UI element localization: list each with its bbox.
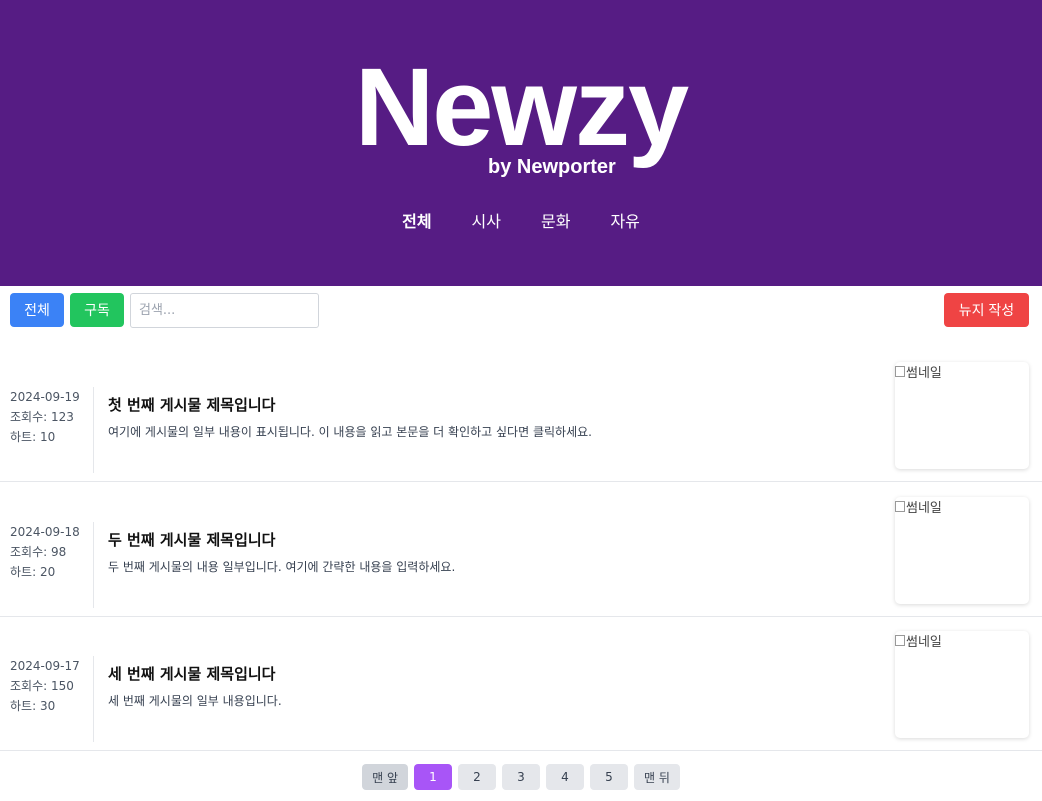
nav-item-culture[interactable]: 문화	[541, 208, 570, 232]
page-button-4[interactable]: 4	[546, 764, 584, 790]
toolbar: 전체 구독 뉴지 작성	[10, 293, 1029, 328]
post-hearts: 하트: 20	[10, 565, 56, 579]
post-date: 2024-09-18	[10, 525, 80, 539]
first-page-button[interactable]: 맨 앞	[362, 764, 408, 790]
thumbnail-alt-text: 썸네일	[906, 635, 942, 650]
site-logo[interactable]: Newzy	[0, 48, 1042, 168]
site-byline: by Newporter	[488, 156, 616, 178]
post-item[interactable]: 2024-09-19 조회수: 123 하트: 10 첫 번째 게시물 제목입니…	[0, 347, 1042, 482]
post-title[interactable]: 첫 번째 게시물 제목입니다	[108, 394, 275, 415]
post-excerpt: 여기에 게시물의 일부 내용이 표시됩니다. 이 내용을 읽고 본문을 더 확인…	[108, 425, 592, 439]
page-button-1[interactable]: 1	[414, 764, 452, 790]
page-button-3[interactable]: 3	[502, 764, 540, 790]
post-hearts: 하트: 30	[10, 699, 56, 713]
post-thumbnail[interactable]: 썸네일	[895, 497, 1029, 604]
broken-image-icon	[895, 635, 905, 646]
post-thumbnail[interactable]: 썸네일	[895, 631, 1029, 738]
thumbnail-alt-text: 썸네일	[906, 366, 942, 381]
filter-all-button[interactable]: 전체	[10, 293, 64, 327]
post-date: 2024-09-19	[10, 390, 80, 404]
post-title[interactable]: 두 번째 게시물 제목입니다	[108, 529, 275, 550]
pagination: 맨 앞 1 2 3 4 5 맨 뒤	[0, 764, 1042, 790]
post-meta: 2024-09-18 조회수: 98 하트: 20	[10, 522, 94, 608]
nav-item-all[interactable]: 전체	[402, 208, 431, 232]
post-hearts: 하트: 10	[10, 430, 56, 444]
thumbnail-alt-text: 썸네일	[906, 501, 942, 516]
nav-item-current-affairs[interactable]: 시사	[472, 208, 501, 232]
last-page-button[interactable]: 맨 뒤	[634, 764, 680, 790]
category-nav: 전체 시사 문화 자유	[0, 208, 1042, 232]
post-date: 2024-09-17	[10, 659, 80, 673]
post-views: 조회수: 98	[10, 545, 67, 559]
post-views: 조회수: 150	[10, 679, 74, 693]
write-newzy-button[interactable]: 뉴지 작성	[944, 293, 1029, 327]
post-excerpt: 두 번째 게시물의 내용 일부입니다. 여기에 간략한 내용을 입력하세요.	[108, 560, 456, 574]
search-input[interactable]	[130, 293, 319, 328]
broken-image-icon	[895, 501, 905, 512]
nav-item-free[interactable]: 자유	[610, 208, 639, 232]
post-item[interactable]: 2024-09-17 조회수: 150 하트: 30 세 번째 게시물 제목입니…	[0, 616, 1042, 751]
post-meta: 2024-09-19 조회수: 123 하트: 10	[10, 387, 94, 473]
post-title[interactable]: 세 번째 게시물 제목입니다	[108, 663, 275, 684]
page-button-5[interactable]: 5	[590, 764, 628, 790]
post-views: 조회수: 123	[10, 410, 74, 424]
filter-subscribed-button[interactable]: 구독	[70, 293, 124, 327]
post-item[interactable]: 2024-09-18 조회수: 98 하트: 20 두 번째 게시물 제목입니다…	[0, 482, 1042, 617]
page-button-2[interactable]: 2	[458, 764, 496, 790]
post-excerpt: 세 번째 게시물의 일부 내용입니다.	[108, 694, 282, 708]
site-header: Newzy by Newporter 전체 시사 문화 자유	[0, 0, 1042, 286]
post-meta: 2024-09-17 조회수: 150 하트: 30	[10, 656, 94, 742]
post-thumbnail[interactable]: 썸네일	[895, 362, 1029, 469]
broken-image-icon	[895, 366, 905, 377]
